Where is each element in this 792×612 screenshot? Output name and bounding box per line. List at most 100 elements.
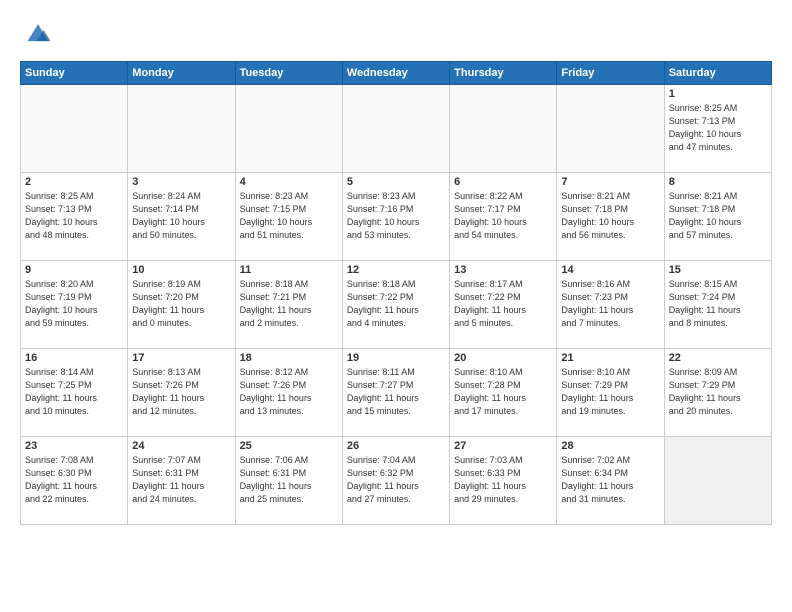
day-info: Sunrise: 8:10 AM Sunset: 7:29 PM Dayligh… — [561, 366, 659, 418]
day-number: 7 — [561, 176, 659, 188]
day-info: Sunrise: 7:06 AM Sunset: 6:31 PM Dayligh… — [240, 454, 338, 506]
calendar-container: SundayMondayTuesdayWednesdayThursdayFrid… — [20, 61, 772, 525]
calendar-cell — [557, 85, 664, 173]
day-number: 20 — [454, 352, 552, 364]
day-number: 13 — [454, 264, 552, 276]
calendar-cell: 10 Sunrise: 8:19 AM Sunset: 7:20 PM Dayli… — [128, 261, 235, 349]
calendar-cell: 1 Sunrise: 8:25 AM Sunset: 7:13 PM Daylig… — [664, 85, 771, 173]
day-number: 14 — [561, 264, 659, 276]
calendar-table: SundayMondayTuesdayWednesdayThursdayFrid… — [20, 61, 772, 525]
day-headers-row: SundayMondayTuesdayWednesdayThursdayFrid… — [21, 62, 772, 85]
calendar-cell — [664, 437, 771, 525]
col-header-wednesday: Wednesday — [342, 62, 449, 85]
day-info: Sunrise: 7:07 AM Sunset: 6:31 PM Dayligh… — [132, 454, 230, 506]
day-number: 5 — [347, 176, 445, 188]
day-number: 3 — [132, 176, 230, 188]
day-info: Sunrise: 8:13 AM Sunset: 7:26 PM Dayligh… — [132, 366, 230, 418]
day-number: 10 — [132, 264, 230, 276]
day-number: 18 — [240, 352, 338, 364]
day-number: 2 — [25, 176, 123, 188]
calendar-cell: 7 Sunrise: 8:21 AM Sunset: 7:18 PM Daylig… — [557, 173, 664, 261]
col-header-saturday: Saturday — [664, 62, 771, 85]
day-number: 24 — [132, 440, 230, 452]
day-info: Sunrise: 8:20 AM Sunset: 7:19 PM Dayligh… — [25, 278, 123, 330]
calendar-cell: 8 Sunrise: 8:21 AM Sunset: 7:18 PM Daylig… — [664, 173, 771, 261]
col-header-friday: Friday — [557, 62, 664, 85]
calendar-cell: 4 Sunrise: 8:23 AM Sunset: 7:15 PM Daylig… — [235, 173, 342, 261]
day-number: 17 — [132, 352, 230, 364]
calendar-cell: 14 Sunrise: 8:16 AM Sunset: 7:23 PM Dayli… — [557, 261, 664, 349]
col-header-thursday: Thursday — [450, 62, 557, 85]
day-number: 25 — [240, 440, 338, 452]
calendar-cell — [450, 85, 557, 173]
day-number: 19 — [347, 352, 445, 364]
day-info: Sunrise: 8:17 AM Sunset: 7:22 PM Dayligh… — [454, 278, 552, 330]
calendar-cell: 24 Sunrise: 7:07 AM Sunset: 6:31 PM Dayli… — [128, 437, 235, 525]
calendar-cell: 16 Sunrise: 8:14 AM Sunset: 7:25 PM Dayli… — [21, 349, 128, 437]
week-row-1: 1 Sunrise: 8:25 AM Sunset: 7:13 PM Daylig… — [21, 85, 772, 173]
page-header — [20, 18, 772, 51]
day-number: 12 — [347, 264, 445, 276]
day-number: 9 — [25, 264, 123, 276]
week-row-5: 23Sunrise: 7:08 AM Sunset: 6:30 PM Dayli… — [21, 437, 772, 525]
calendar-cell: 26Sunrise: 7:04 AM Sunset: 6:32 PM Dayli… — [342, 437, 449, 525]
day-info: Sunrise: 8:22 AM Sunset: 7:17 PM Dayligh… — [454, 190, 552, 242]
day-info: Sunrise: 8:25 AM Sunset: 7:13 PM Dayligh… — [25, 190, 123, 242]
col-header-sunday: Sunday — [21, 62, 128, 85]
calendar-cell: 2 Sunrise: 8:25 AM Sunset: 7:13 PM Daylig… — [21, 173, 128, 261]
day-number: 6 — [454, 176, 552, 188]
day-info: Sunrise: 8:18 AM Sunset: 7:21 PM Dayligh… — [240, 278, 338, 330]
col-header-monday: Monday — [128, 62, 235, 85]
day-info: Sunrise: 7:03 AM Sunset: 6:33 PM Dayligh… — [454, 454, 552, 506]
col-header-tuesday: Tuesday — [235, 62, 342, 85]
calendar-cell: 18Sunrise: 8:12 AM Sunset: 7:26 PM Dayli… — [235, 349, 342, 437]
calendar-cell — [342, 85, 449, 173]
calendar-cell: 5 Sunrise: 8:23 AM Sunset: 7:16 PM Daylig… — [342, 173, 449, 261]
calendar-cell: 11Sunrise: 8:18 AM Sunset: 7:21 PM Dayli… — [235, 261, 342, 349]
day-info: Sunrise: 8:09 AM Sunset: 7:29 PM Dayligh… — [669, 366, 767, 418]
calendar-cell — [235, 85, 342, 173]
day-number: 28 — [561, 440, 659, 452]
calendar-cell: 21 Sunrise: 8:10 AM Sunset: 7:29 PM Dayli… — [557, 349, 664, 437]
calendar-cell: 17 Sunrise: 8:13 AM Sunset: 7:26 PM Dayli… — [128, 349, 235, 437]
calendar-cell — [21, 85, 128, 173]
calendar-cell: 13 Sunrise: 8:17 AM Sunset: 7:22 PM Dayli… — [450, 261, 557, 349]
calendar-cell: 22 Sunrise: 8:09 AM Sunset: 7:29 PM Dayli… — [664, 349, 771, 437]
day-number: 26 — [347, 440, 445, 452]
logo-icon — [24, 18, 52, 46]
day-info: Sunrise: 8:19 AM Sunset: 7:20 PM Dayligh… — [132, 278, 230, 330]
day-info: Sunrise: 8:23 AM Sunset: 7:15 PM Dayligh… — [240, 190, 338, 242]
day-number: 1 — [669, 88, 767, 100]
calendar-cell: 12Sunrise: 8:18 AM Sunset: 7:22 PM Dayli… — [342, 261, 449, 349]
week-row-3: 9 Sunrise: 8:20 AM Sunset: 7:19 PM Daylig… — [21, 261, 772, 349]
day-info: Sunrise: 8:25 AM Sunset: 7:13 PM Dayligh… — [669, 102, 767, 154]
day-info: Sunrise: 8:16 AM Sunset: 7:23 PM Dayligh… — [561, 278, 659, 330]
day-number: 16 — [25, 352, 123, 364]
day-number: 4 — [240, 176, 338, 188]
day-info: Sunrise: 8:10 AM Sunset: 7:28 PM Dayligh… — [454, 366, 552, 418]
day-info: Sunrise: 8:14 AM Sunset: 7:25 PM Dayligh… — [25, 366, 123, 418]
day-number: 8 — [669, 176, 767, 188]
day-info: Sunrise: 7:02 AM Sunset: 6:34 PM Dayligh… — [561, 454, 659, 506]
day-info: Sunrise: 8:11 AM Sunset: 7:27 PM Dayligh… — [347, 366, 445, 418]
day-number: 15 — [669, 264, 767, 276]
calendar-cell: 28 Sunrise: 7:02 AM Sunset: 6:34 PM Dayli… — [557, 437, 664, 525]
day-info: Sunrise: 8:24 AM Sunset: 7:14 PM Dayligh… — [132, 190, 230, 242]
day-info: Sunrise: 8:21 AM Sunset: 7:18 PM Dayligh… — [669, 190, 767, 242]
calendar-cell: 6 Sunrise: 8:22 AM Sunset: 7:17 PM Daylig… — [450, 173, 557, 261]
calendar-cell: 3 Sunrise: 8:24 AM Sunset: 7:14 PM Daylig… — [128, 173, 235, 261]
day-info: Sunrise: 7:08 AM Sunset: 6:30 PM Dayligh… — [25, 454, 123, 506]
calendar-cell — [128, 85, 235, 173]
calendar-cell: 20 Sunrise: 8:10 AM Sunset: 7:28 PM Dayli… — [450, 349, 557, 437]
calendar-cell: 27 Sunrise: 7:03 AM Sunset: 6:33 PM Dayli… — [450, 437, 557, 525]
day-number: 27 — [454, 440, 552, 452]
day-number: 22 — [669, 352, 767, 364]
calendar-cell: 19 Sunrise: 8:11 AM Sunset: 7:27 PM Dayli… — [342, 349, 449, 437]
day-info: Sunrise: 8:23 AM Sunset: 7:16 PM Dayligh… — [347, 190, 445, 242]
calendar-cell: 9 Sunrise: 8:20 AM Sunset: 7:19 PM Daylig… — [21, 261, 128, 349]
week-row-2: 2 Sunrise: 8:25 AM Sunset: 7:13 PM Daylig… — [21, 173, 772, 261]
day-number: 21 — [561, 352, 659, 364]
day-info: Sunrise: 8:21 AM Sunset: 7:18 PM Dayligh… — [561, 190, 659, 242]
calendar-cell: 15Sunrise: 8:15 AM Sunset: 7:24 PM Dayli… — [664, 261, 771, 349]
week-row-4: 16 Sunrise: 8:14 AM Sunset: 7:25 PM Dayli… — [21, 349, 772, 437]
